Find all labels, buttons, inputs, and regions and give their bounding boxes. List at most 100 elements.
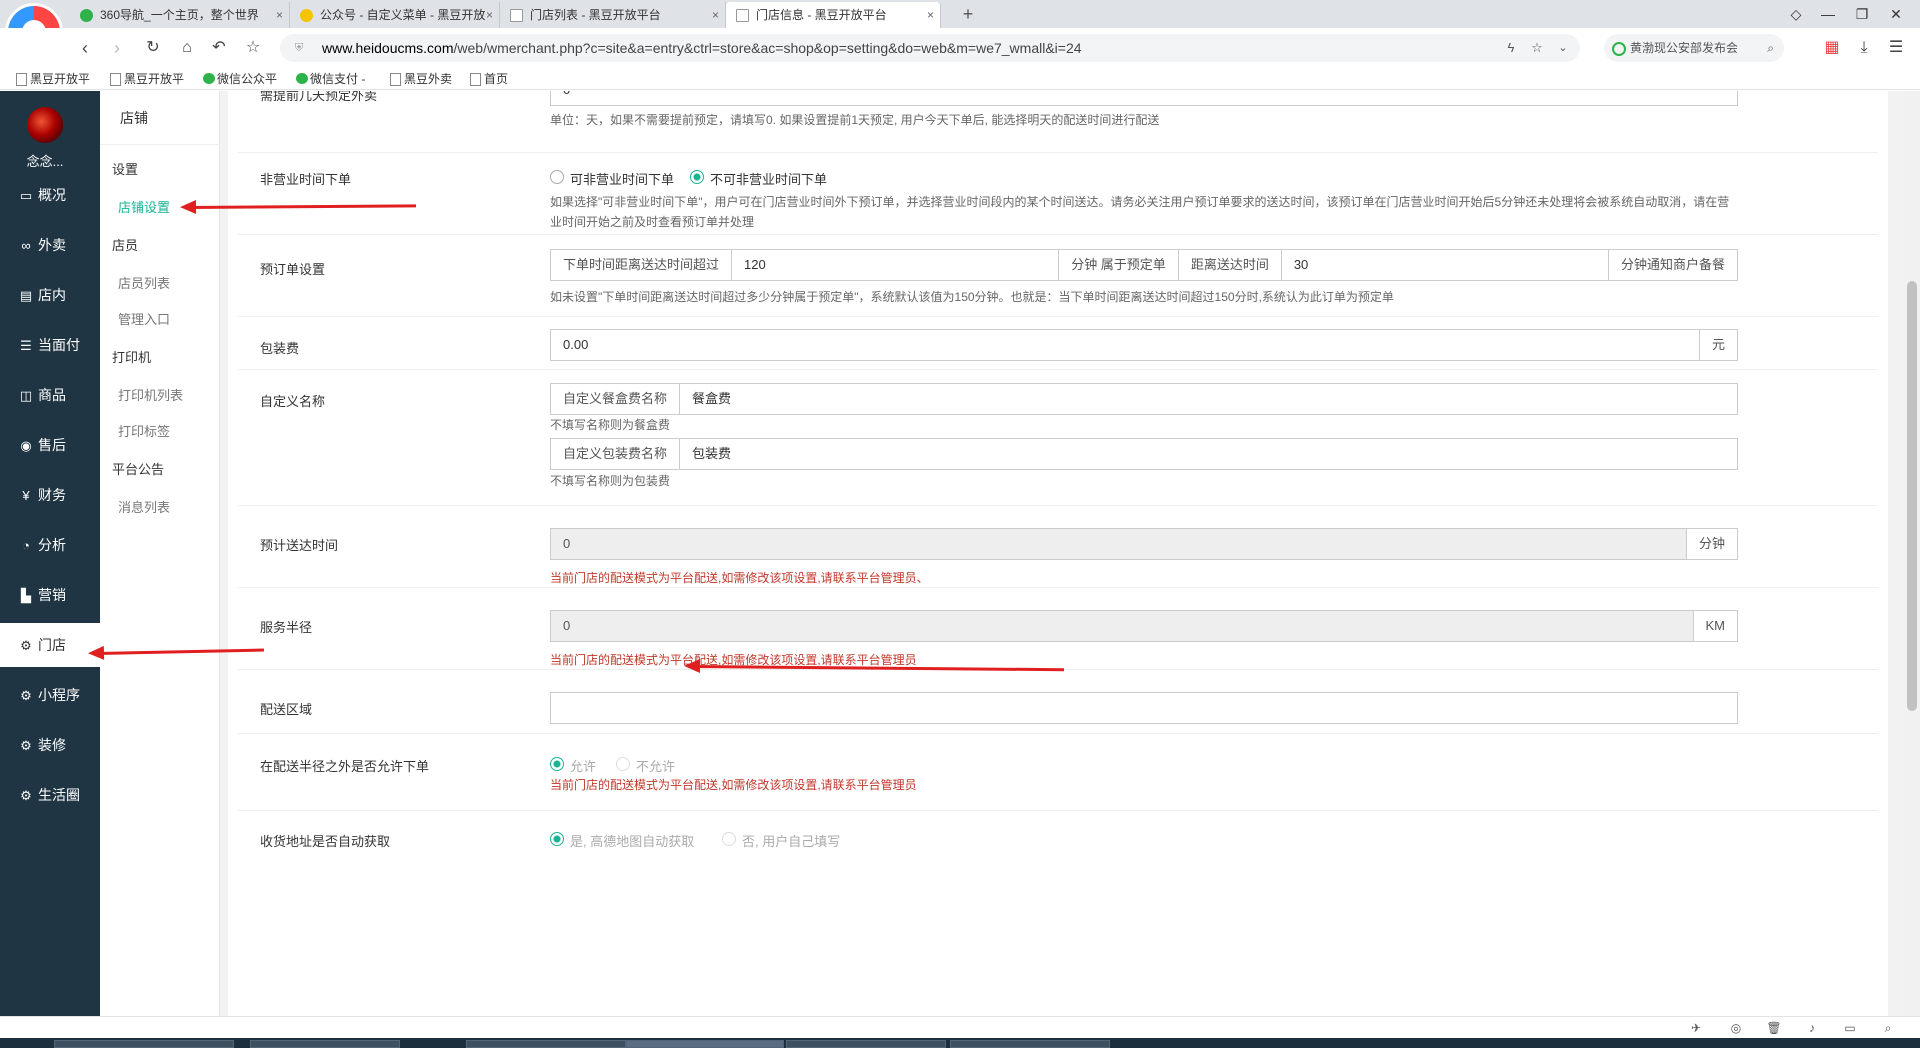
menu-icon[interactable]: ☰ bbox=[1882, 34, 1910, 62]
form-row-service-radius: 服务半径 0 KM 当前门店的配送模式为平台配送,如需修改该项设置,请联系平台管… bbox=[238, 588, 1878, 670]
packing-fee-name-input[interactable]: 包装费 bbox=[680, 439, 1737, 469]
subnav-item-printer-list[interactable]: 打印机列表 bbox=[118, 385, 183, 404]
browser-status-bar: ✈ ◎ 🗑 ♪ ▭ ⌕ bbox=[0, 1016, 1920, 1038]
bookmark-item[interactable]: 微信支付 - bbox=[294, 70, 365, 88]
service-radius-input: 0 KM bbox=[550, 610, 1738, 642]
sidebar-item-after-sale[interactable]: ◉ 售后 bbox=[0, 423, 100, 467]
close-window-icon[interactable]: ✕ bbox=[1880, 0, 1912, 28]
taskbar-item[interactable] bbox=[950, 1040, 1110, 1048]
radio-deny-outside[interactable]: 不允许 bbox=[616, 756, 675, 775]
speed-icon[interactable]: ◎ bbox=[1726, 1019, 1746, 1037]
delivery-time-input: 0 分钟 bbox=[550, 528, 1738, 560]
close-tab-icon[interactable]: × bbox=[927, 2, 934, 28]
close-tab-icon[interactable]: × bbox=[486, 2, 493, 28]
bookmark-item[interactable]: 黑豆开放平 bbox=[108, 70, 184, 88]
bookmark-star-icon[interactable]: ☆ bbox=[1526, 34, 1548, 62]
zoom-icon[interactable]: ⌕ bbox=[1878, 1019, 1898, 1037]
preorder-minutes-input[interactable]: 120 bbox=[732, 250, 1060, 280]
sidebar-item-label: 小程序 bbox=[38, 687, 80, 703]
form-label: 非营业时间下单 bbox=[260, 172, 352, 187]
sidebar-item-marketing[interactable]: ▙ 营销 bbox=[0, 573, 100, 617]
sidebar-item-store[interactable]: ⚙ 门店 bbox=[0, 623, 100, 667]
reload-icon[interactable]: ↻ bbox=[140, 34, 166, 62]
input-addon: 元 bbox=[1698, 330, 1737, 360]
taskbar-item[interactable] bbox=[54, 1040, 234, 1048]
box-fee-name-input[interactable]: 餐盒费 bbox=[680, 384, 1737, 414]
url-input[interactable]: www.heidoucms.com/web/wmerchant.php?c=si… bbox=[280, 34, 1580, 62]
page-scrollbar[interactable] bbox=[1904, 91, 1920, 1016]
form-row-delivery-time: 预计送达时间 0 分钟 当前门店的配送模式为平台配送,如需修改该项设置,请联系平… bbox=[238, 506, 1878, 588]
sound-icon[interactable]: ♪ bbox=[1802, 1019, 1822, 1037]
radio-auto-address[interactable]: 是, 高德地图自动获取 bbox=[550, 831, 694, 850]
subnav-item-store-settings[interactable]: 店铺设置 bbox=[118, 197, 170, 216]
bookmark-bar: 黑豆开放平 黑豆开放平 微信公众平 微信支付 - 黑豆外卖 首页 bbox=[0, 68, 1920, 90]
sidebar-item-takeout[interactable]: ∞ 外卖 bbox=[0, 223, 100, 267]
accelerate-icon[interactable]: ✈ bbox=[1686, 1019, 1706, 1037]
forward-icon[interactable]: › bbox=[104, 34, 130, 62]
tab-label: 门店信息 - 黑豆开放平台 bbox=[756, 8, 887, 22]
sidebar-item-life-circle[interactable]: ⚙ 生活圈 bbox=[0, 773, 100, 817]
scrollbar-thumb[interactable] bbox=[1907, 281, 1917, 711]
form-row-packing-fee: 包装费 0.00 元 bbox=[238, 317, 1878, 370]
input-addon: 下单时间距离送达时间超过 bbox=[551, 250, 733, 280]
bookmark-item[interactable]: 首页 bbox=[468, 70, 508, 88]
search-input[interactable]: 黄渤现公安部发布会 ⌕ bbox=[1604, 34, 1784, 62]
shop-name[interactable]: 念念... bbox=[0, 151, 90, 170]
tab-label: 公众号 - 自定义菜单 - 黑豆开放 bbox=[320, 8, 486, 22]
tab-wechat-menu[interactable]: 公众号 - 自定义菜单 - 黑豆开放 × bbox=[290, 2, 500, 28]
subnav-item-staff-list[interactable]: 店员列表 bbox=[118, 273, 170, 292]
skin-icon[interactable]: ◇ bbox=[1780, 0, 1812, 28]
minimize-icon[interactable]: — bbox=[1812, 0, 1844, 28]
close-tab-icon[interactable]: × bbox=[712, 2, 719, 28]
input-addon: 分钟 属于预定单 bbox=[1059, 250, 1179, 280]
sidebar-item-finance[interactable]: ¥ 财务 bbox=[0, 473, 100, 517]
home-icon[interactable]: ⌂ bbox=[174, 34, 200, 62]
security-shield-icon[interactable]: ⛨ bbox=[288, 34, 310, 62]
taskbar-item[interactable] bbox=[466, 1040, 626, 1048]
undo-close-icon[interactable]: ↶ bbox=[206, 34, 232, 62]
new-tab-button[interactable]: + bbox=[955, 2, 981, 26]
packing-fee-input[interactable]: 0.00 元 bbox=[550, 329, 1738, 361]
favorite-star-icon[interactable]: ☆ bbox=[240, 34, 266, 62]
shop-avatar[interactable] bbox=[27, 107, 63, 143]
bookmark-item[interactable]: 微信公众平 bbox=[201, 70, 277, 88]
sidebar-item-overview[interactable]: ▭ 概况 bbox=[0, 173, 100, 217]
radio-allow-off-hours[interactable]: 可非营业时间下单 bbox=[550, 169, 674, 188]
tab-store-info[interactable]: 门店信息 - 黑豆开放平台 × bbox=[726, 2, 941, 28]
form-row-off-hours: 非营业时间下单 可非营业时间下单 不可非营业时间下单 如果选择"可非营业时间下单… bbox=[238, 153, 1878, 235]
bookmark-item[interactable]: 黑豆开放平 bbox=[14, 70, 90, 88]
sidebar-item-analysis[interactable]: ◔ 分析 bbox=[0, 523, 100, 567]
restore-icon[interactable]: ❐ bbox=[1846, 0, 1878, 28]
subnav-item-message-list[interactable]: 消息列表 bbox=[118, 497, 170, 516]
notify-minutes-input[interactable]: 30 bbox=[1282, 250, 1609, 280]
delivery-area-input[interactable] bbox=[550, 692, 1738, 724]
sidebar-item-goods[interactable]: ◫ 商品 bbox=[0, 373, 100, 417]
sidebar-item-decoration[interactable]: ⚙ 装修 bbox=[0, 723, 100, 767]
bookmark-item[interactable]: 黑豆外卖 bbox=[388, 70, 452, 88]
radio-allow-outside[interactable]: 允许 bbox=[550, 756, 596, 775]
taskbar-item[interactable] bbox=[626, 1040, 784, 1048]
overview-icon: ▭ bbox=[19, 188, 33, 203]
download-icon[interactable]: ⤓ bbox=[1850, 34, 1878, 62]
warning-text: 当前门店的配送模式为平台配送,如需修改该项设置,请联系平台管理员、 bbox=[550, 571, 929, 585]
sidebar-item-face-pay[interactable]: ☰ 当面付 bbox=[0, 323, 100, 367]
advance-days-input[interactable]: 0 bbox=[550, 91, 1738, 106]
tab-store-list[interactable]: 门店列表 - 黑豆开放平台 × bbox=[500, 2, 726, 28]
clean-icon[interactable]: 🗑 bbox=[1764, 1019, 1784, 1037]
radio-manual-address[interactable]: 否, 用户自己填写 bbox=[722, 831, 840, 850]
apps-icon[interactable]: ▦ bbox=[1818, 34, 1846, 62]
lightning-icon[interactable]: ϟ bbox=[1500, 34, 1522, 62]
sidebar-item-dine-in[interactable]: ▤ 店内 bbox=[0, 273, 100, 317]
sidebar-item-mini-program[interactable]: ⚙ 小程序 bbox=[0, 673, 100, 717]
window-icon[interactable]: ▭ bbox=[1840, 1019, 1860, 1037]
search-icon[interactable]: ⌕ bbox=[1767, 34, 1774, 62]
close-tab-icon[interactable]: × bbox=[276, 2, 283, 28]
subnav-item-print-label[interactable]: 打印标签 bbox=[118, 421, 170, 440]
chevron-down-icon[interactable]: ⌄ bbox=[1552, 34, 1574, 62]
taskbar-item[interactable] bbox=[250, 1040, 400, 1048]
taskbar-item[interactable] bbox=[786, 1040, 946, 1048]
radio-deny-off-hours[interactable]: 不可非营业时间下单 bbox=[690, 169, 827, 188]
tab-360-nav[interactable]: 360导航_一个主页，整个世界 × bbox=[70, 2, 290, 28]
subnav-item-admin-entry[interactable]: 管理入口 bbox=[118, 309, 170, 328]
back-icon[interactable]: ‹ bbox=[72, 34, 98, 62]
